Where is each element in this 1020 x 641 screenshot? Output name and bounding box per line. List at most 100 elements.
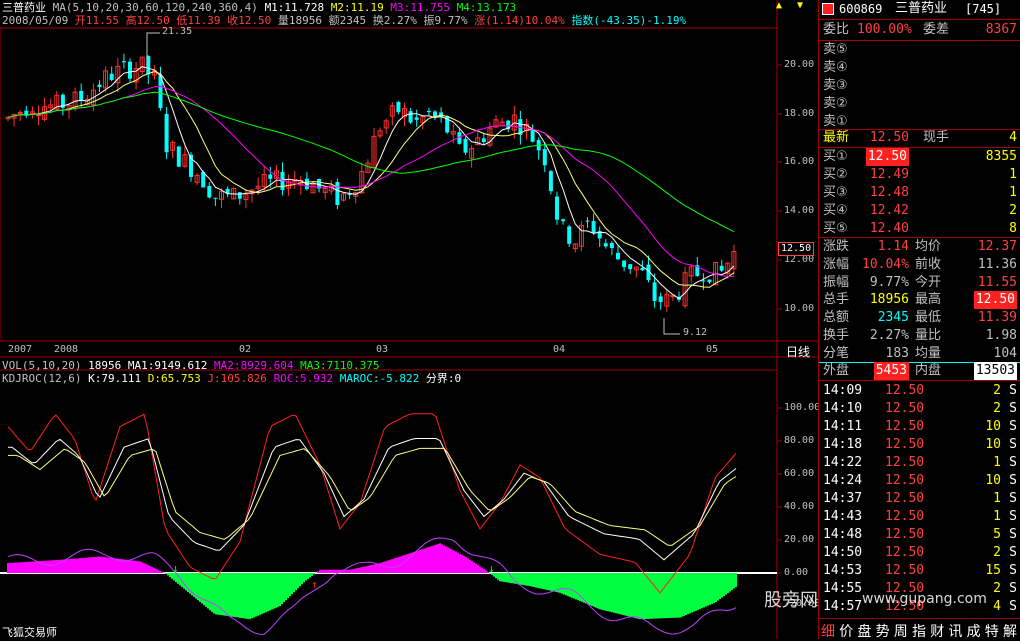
- stat-value-2: 104: [993, 345, 1017, 361]
- panel-tab[interactable]: 财: [930, 621, 944, 641]
- scroll-down-icon[interactable]: ▼: [797, 0, 803, 11]
- buy-price: 12.40: [869, 221, 909, 236]
- panel-tab[interactable]: 指: [912, 621, 926, 641]
- candle-body: [707, 279, 712, 283]
- stock-name: 三普药业: [2, 1, 46, 14]
- tick-time: 14:57: [823, 599, 863, 614]
- panel-tab[interactable]: 价: [839, 621, 853, 641]
- buy-row: 买① 12.50 8355: [819, 148, 1020, 166]
- sell-row: 卖④: [819, 59, 1020, 77]
- candle-body: [17, 112, 23, 115]
- candle-body: [335, 181, 340, 205]
- kdj-header: KDJROC(12,6) K:79.111 D:65.753 J:105.826…: [2, 372, 461, 385]
- watermark-cn: 股旁网: [764, 590, 818, 611]
- indicator-tick: 60.00: [784, 468, 815, 479]
- high-marker: 21.35: [162, 26, 193, 37]
- panel-title: 600869 三普药业 [745]: [819, 0, 1020, 18]
- tick-time: 14:50: [823, 545, 863, 560]
- candle-body: [542, 149, 547, 166]
- stat-value: 2.27%: [869, 328, 909, 343]
- current-price-tag: 12.50: [778, 242, 815, 256]
- tick-volume: 2: [993, 401, 1001, 416]
- waipan-row: 外盘 5453 内盘 13503: [819, 362, 1020, 380]
- xianshou-label: 现手: [923, 130, 950, 145]
- neipan-label: 内盘: [915, 363, 942, 378]
- period-label[interactable]: 日线: [786, 343, 810, 360]
- panel-tab[interactable]: 细: [821, 621, 835, 641]
- price-tick: 14.00: [784, 205, 815, 216]
- candle-body: [128, 61, 132, 79]
- tick-row: 14:50 12.50 2 S: [819, 544, 1020, 562]
- panel-tab[interactable]: 势: [876, 621, 890, 641]
- sell-row: 卖②: [819, 95, 1020, 113]
- candle-body: [109, 73, 114, 80]
- buy-volume: 1: [1009, 167, 1017, 182]
- stat-label-2: 均价: [915, 239, 942, 254]
- kdj-j: J:105.826: [207, 372, 267, 385]
- stat-value: 18956: [869, 292, 909, 308]
- x-label-05: 05: [706, 344, 719, 355]
- buy-volume: 8355: [985, 149, 1017, 164]
- tick-side: S: [1009, 401, 1017, 416]
- tick-price: 12.50: [885, 383, 925, 398]
- ma20-line: [7, 85, 734, 278]
- vol-label: VOL(5,10,20): [2, 359, 82, 372]
- buy-price: 12.50: [865, 148, 909, 166]
- candle-body: [616, 252, 620, 260]
- x-label-03: 03: [376, 344, 389, 355]
- weibi-value: 100.00%: [857, 22, 912, 37]
- turnover-label: 换2.27%: [372, 14, 417, 27]
- tick-row: 14:48 12.50 5 S: [819, 526, 1020, 544]
- candle-body: [426, 110, 431, 113]
- candle-body: [237, 192, 242, 199]
- tick-volume: 4: [993, 599, 1001, 614]
- tick-side: S: [1009, 455, 1017, 470]
- stat-label-2: 今开: [915, 274, 942, 290]
- tick-side: S: [1009, 509, 1017, 524]
- sell-row: 卖③: [819, 77, 1020, 95]
- tick-side: S: [1009, 491, 1017, 506]
- panel-tab[interactable]: 盘: [857, 621, 871, 641]
- panel-tab[interactable]: 讯: [948, 621, 962, 641]
- kdj-roc: ROC:5.932: [273, 372, 334, 385]
- chart-area[interactable]: ↓ ↓ ↑ 三普药业 MA(5,10,20,30,60,120,240,360,4)…: [0, 0, 987, 639]
- stat-value: 183: [885, 345, 909, 361]
- ma-m2: M2:11.19: [330, 1, 384, 14]
- buy-label: 买③: [823, 185, 848, 200]
- price-tick: 10.00: [784, 303, 815, 314]
- panel-tabs: 细价盘势周指财讯成特解: [819, 619, 1020, 641]
- low-marker: 9.12: [683, 327, 708, 338]
- ma10-line: [7, 71, 735, 288]
- kline-chart[interactable]: ↓ ↓ ↑: [0, 0, 818, 639]
- buy-price: 12.42: [869, 203, 909, 218]
- tick-time: 14:55: [823, 581, 863, 596]
- candle-body: [164, 113, 169, 153]
- candle-body: [567, 226, 572, 244]
- k-line: [8, 438, 737, 561]
- tick-price: 12.50: [885, 491, 925, 506]
- tick-volume: 15: [985, 563, 1001, 578]
- tick-volume: 2: [993, 581, 1001, 596]
- candle-body: [591, 221, 596, 233]
- buy-row: 买④ 12.42 2: [819, 202, 1020, 220]
- scroll-up-icon[interactable]: ▲: [776, 0, 782, 11]
- indicator-tick: 40.00: [784, 501, 815, 512]
- stat-value-2: 11.36: [977, 256, 1017, 272]
- weicha-value: 8367: [985, 22, 1017, 37]
- tick-price: 12.50: [885, 401, 925, 416]
- indicator-tick: 0.00: [784, 567, 809, 578]
- stat-row: 总手 18956 最高 12.50: [819, 291, 1020, 310]
- panel-tab[interactable]: 成: [967, 621, 981, 641]
- sell-row: 卖⑤: [819, 41, 1020, 59]
- stat-label: 总额: [823, 310, 850, 326]
- panel-tab[interactable]: 周: [894, 621, 908, 641]
- stat-label: 换手: [823, 328, 850, 343]
- vol-ma3: MA3:7110.375: [300, 359, 380, 372]
- weicha-label: 委差: [923, 22, 950, 37]
- panel-tab[interactable]: 解: [1003, 621, 1017, 641]
- panel-tab[interactable]: 特: [985, 621, 999, 641]
- tick-price: 12.50: [885, 509, 925, 524]
- stock-code: 600869: [839, 2, 883, 16]
- candle-body: [658, 296, 663, 303]
- amplitude-label: 振9.77%: [423, 14, 468, 27]
